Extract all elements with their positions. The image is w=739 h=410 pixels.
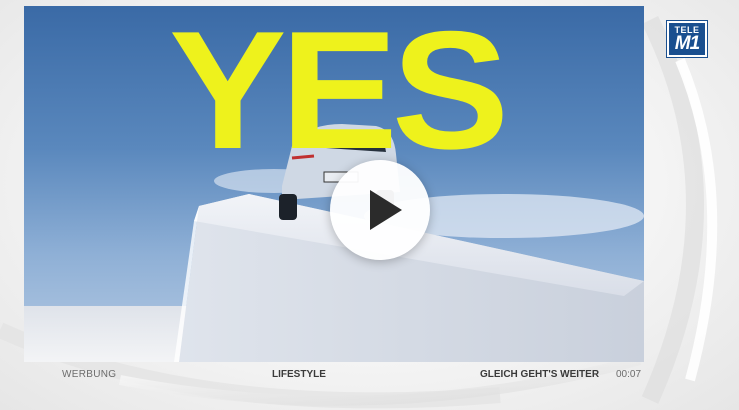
ticker-resume-notice: GLEICH GEHT'S WEITER — [480, 369, 600, 380]
logo-line2: M1 — [674, 33, 700, 54]
play-button[interactable] — [330, 160, 430, 260]
ticker-countdown: 00:07 — [616, 369, 642, 380]
ticker-werbung: WERBUNG — [62, 369, 117, 380]
ticker-bar: WERBUNG LIFESTYLE GLEICH GEHT'S WEITER 0… — [24, 362, 644, 386]
play-icon — [370, 190, 402, 230]
channel-logo: TELE M1 — [666, 20, 708, 58]
video-player[interactable]: YES — [24, 6, 644, 362]
ticker-category: LIFESTYLE — [272, 369, 326, 380]
